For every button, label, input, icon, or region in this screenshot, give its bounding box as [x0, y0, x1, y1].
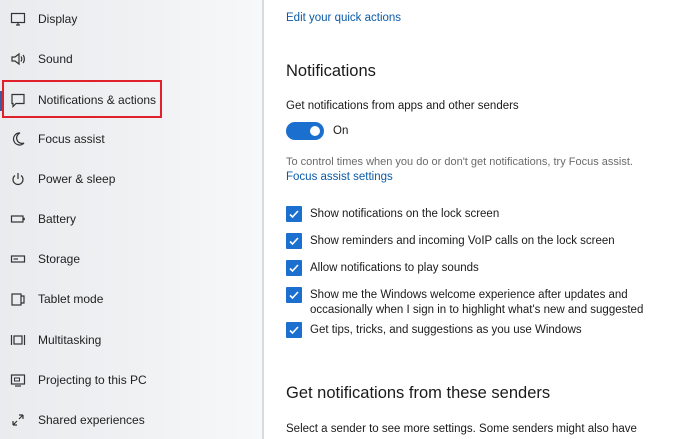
selection-highlight-box [2, 80, 162, 118]
sidebar-item-label: Power & sleep [38, 172, 116, 186]
sidebar-item-display[interactable]: Display [0, 2, 262, 36]
checkmark-icon [289, 210, 299, 219]
tips-tricks-checkbox[interactable] [286, 322, 302, 338]
multitasking-icon [10, 332, 26, 348]
sidebar-item-label: Focus assist [38, 132, 105, 146]
checkmark-icon [289, 264, 299, 273]
checkbox-label: Allow notifications to play sounds [310, 262, 479, 274]
shared-icon [10, 412, 26, 428]
focus-assist-note: To control times when you do or don't ge… [286, 156, 633, 168]
speaker-icon [10, 51, 26, 67]
checkbox-label: Show reminders and incoming VoIP calls o… [310, 235, 615, 247]
checkmark-icon [289, 237, 299, 246]
focus-assist-settings-link[interactable]: Focus assist settings [286, 171, 393, 183]
tablet-icon [10, 291, 26, 307]
sidebar-divider [262, 0, 264, 439]
senders-description: Select a sender to see more settings. So… [286, 423, 637, 435]
monitor-icon [10, 11, 26, 27]
notifications-toggle[interactable] [286, 122, 324, 140]
sidebar-item-label: Projecting to this PC [38, 373, 147, 387]
sidebar-item-battery[interactable]: Battery [0, 202, 262, 236]
checkbox-label: Show notifications on the lock screen [310, 208, 500, 220]
reminders-voip-checkbox[interactable] [286, 233, 302, 249]
sidebar-item-label: Multitasking [38, 333, 102, 347]
lock-screen-notifications-checkbox[interactable] [286, 206, 302, 222]
sidebar-item-label: Display [38, 12, 78, 26]
power-icon [10, 171, 26, 187]
notifications-heading: Notifications [286, 62, 376, 80]
checkbox-label: Get tips, tricks, and suggestions as you… [310, 324, 582, 336]
checkmark-icon [289, 291, 299, 300]
sidebar-item-label: Tablet mode [38, 292, 104, 306]
sidebar-item-tablet-mode[interactable]: Tablet mode [0, 282, 262, 316]
checkbox-label-line2: occasionally when I sign in to highlight… [310, 304, 644, 316]
toggle-knob [310, 126, 320, 136]
sidebar-item-projecting[interactable]: Projecting to this PC [0, 363, 262, 397]
sidebar-item-label: Storage [38, 252, 81, 266]
moon-icon [10, 131, 26, 147]
edit-quick-actions-link[interactable]: Edit your quick actions [286, 12, 401, 24]
sidebar-item-sound[interactable]: Sound [0, 42, 262, 76]
notification-sounds-checkbox[interactable] [286, 260, 302, 276]
storage-icon [10, 251, 26, 267]
projecting-icon [10, 372, 26, 388]
sidebar-item-label: Battery [38, 212, 77, 226]
battery-icon [10, 211, 26, 227]
sidebar-item-power-sleep[interactable]: Power & sleep [0, 162, 262, 196]
sidebar-item-storage[interactable]: Storage [0, 242, 262, 276]
sidebar-item-multitasking[interactable]: Multitasking [0, 323, 262, 357]
toggle-state-label: On [333, 125, 349, 137]
settings-content: Edit your quick actions Notifications Ge… [286, 0, 680, 439]
get-notifications-label: Get notifications from apps and other se… [286, 100, 519, 112]
checkbox-label-line1: Show me the Windows welcome experience a… [310, 289, 628, 301]
sidebar-item-focus-assist[interactable]: Focus assist [0, 122, 262, 156]
senders-heading: Get notifications from these senders [286, 384, 551, 402]
sidebar-item-label: Sound [38, 52, 73, 66]
checkmark-icon [289, 326, 299, 335]
sidebar-item-label: Shared experiences [38, 413, 145, 427]
sidebar-item-shared-experiences[interactable]: Shared experiences [0, 403, 262, 437]
welcome-experience-checkbox[interactable] [286, 287, 302, 303]
